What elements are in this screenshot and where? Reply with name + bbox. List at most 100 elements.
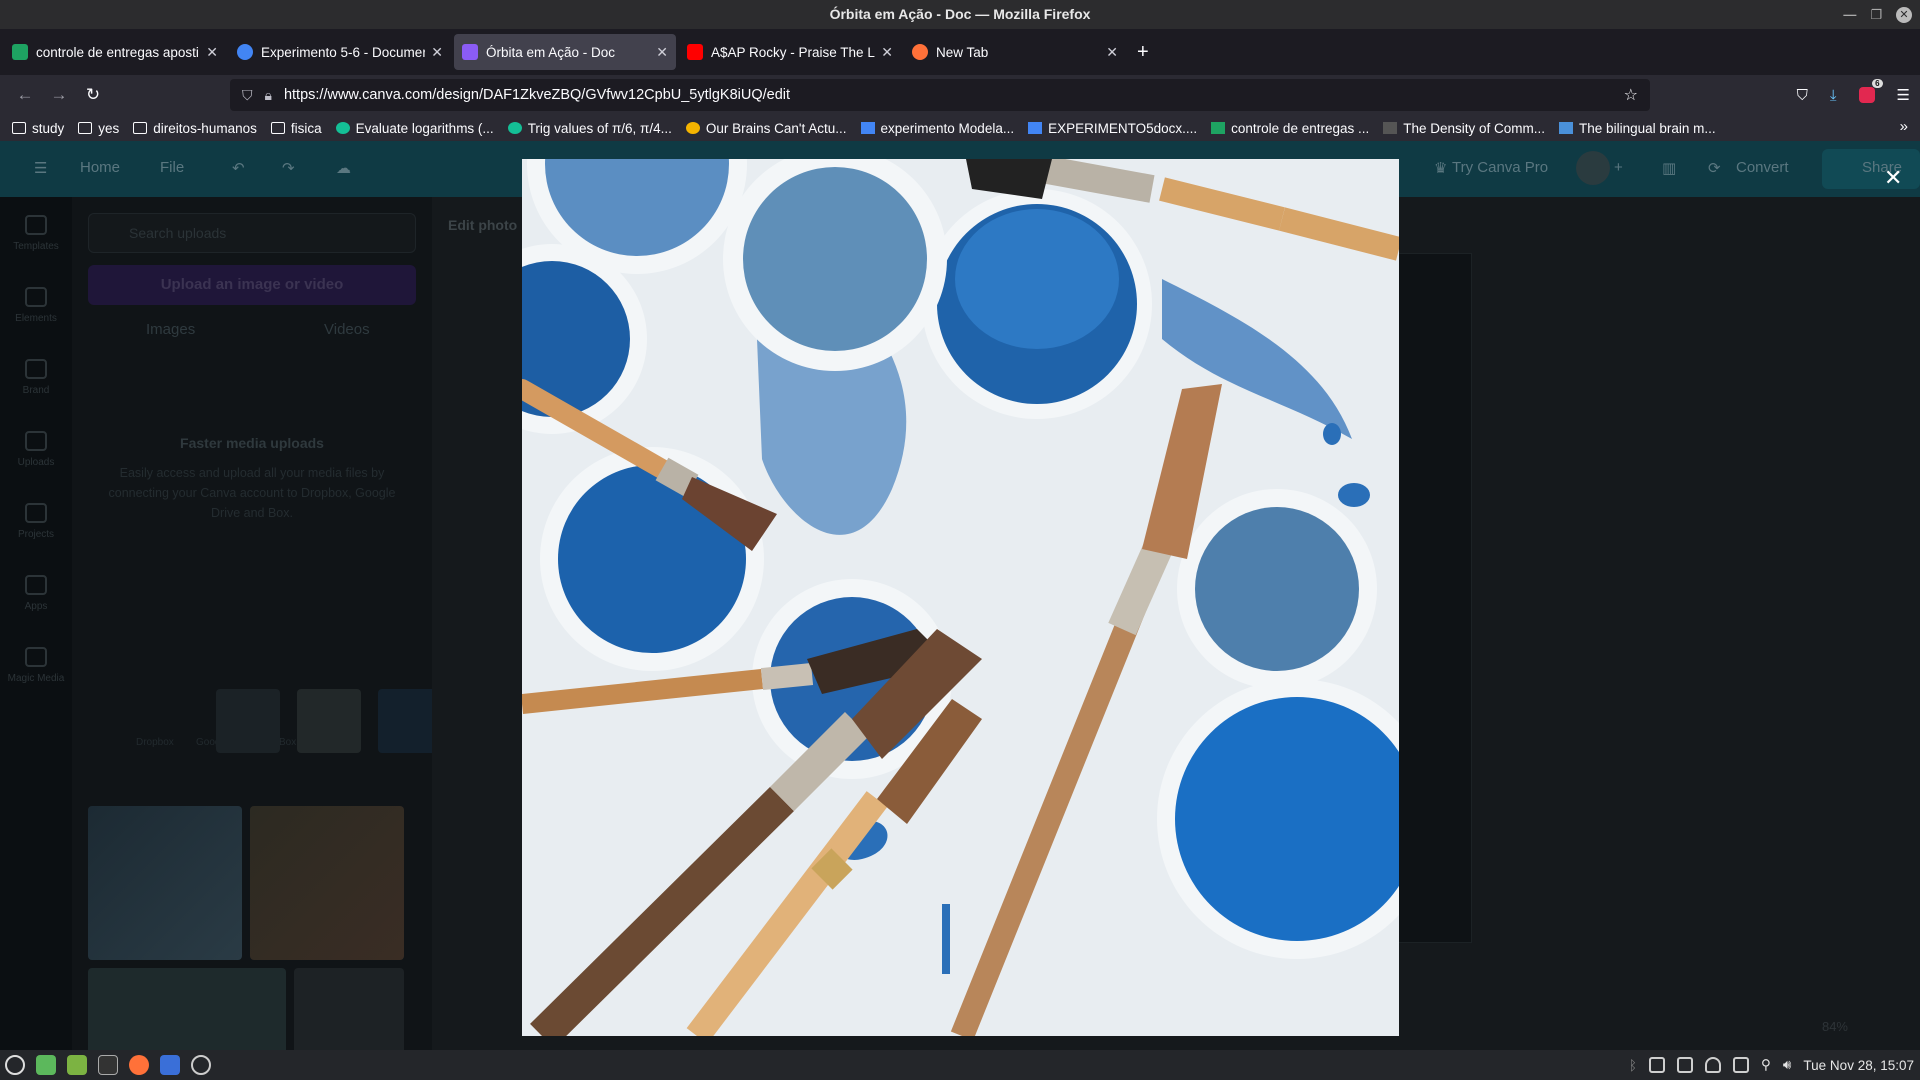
- undo-icon[interactable]: ↶: [232, 159, 245, 177]
- bookmark-label: Evaluate logarithms (...: [355, 120, 494, 136]
- info-body: Easily access and upload all your media …: [108, 466, 396, 520]
- close-tab-icon[interactable]: ✕: [431, 44, 443, 61]
- network-icon[interactable]: [1733, 1057, 1750, 1073]
- volume-icon[interactable]: 🔊︎: [1783, 1057, 1792, 1073]
- convert-button[interactable]: Convert: [1736, 159, 1789, 176]
- upload-media-button[interactable]: Upload an image or video: [88, 265, 416, 305]
- tab-controle-entregas[interactable]: controle de entregas aposti ✕: [4, 34, 226, 70]
- zoom-level[interactable]: 84%: [1822, 1019, 1848, 1034]
- system-taskbar: ᛒ ⚲ 🔊︎ Tue Nov 28, 15:07: [0, 1050, 1920, 1080]
- bookmark-density-of-comm[interactable]: The Density of Comm...: [1383, 121, 1545, 136]
- firefox-icon[interactable]: [129, 1055, 149, 1075]
- new-tab-button[interactable]: +: [1137, 41, 1149, 64]
- mint-menu-icon[interactable]: [5, 1055, 25, 1075]
- tab-label: controle de entregas aposti: [36, 44, 199, 60]
- bookmark-label: Trig values of π/6, π/4...: [527, 120, 672, 136]
- close-window-icon[interactable]: ✕: [1896, 6, 1912, 23]
- bookmarks-overflow-icon[interactable]: »: [1900, 118, 1908, 135]
- tab-videos[interactable]: Videos: [324, 321, 370, 338]
- upload-thumbnail[interactable]: [88, 806, 242, 960]
- bookmark-folder-yes[interactable]: yes: [78, 121, 119, 136]
- bookmark-bilingual-brain[interactable]: The bilingual brain m...: [1559, 121, 1716, 136]
- lock-icon[interactable]: 🔒︎: [265, 87, 272, 104]
- edit-photo-button[interactable]: Edit photo: [448, 217, 517, 233]
- tab-images[interactable]: Images: [146, 321, 195, 338]
- bookmark-label: yes: [98, 120, 120, 136]
- hamburger-icon[interactable]: ☰: [34, 159, 47, 177]
- avatar[interactable]: [1576, 151, 1610, 185]
- security-shield-icon[interactable]: [1705, 1057, 1722, 1073]
- upload-thumbnail[interactable]: [294, 968, 404, 1050]
- rail-apps[interactable]: Apps: [0, 575, 72, 612]
- bookmark-trig-values[interactable]: Trig values of π/6, π/4...: [507, 120, 672, 136]
- extension-icon[interactable]: 6: [1858, 79, 1883, 103]
- rail-magic-media[interactable]: Magic Media: [0, 647, 72, 684]
- search-uploads-input[interactable]: Search uploads: [88, 213, 416, 253]
- bookmark-folder-fisica[interactable]: fisica: [270, 120, 322, 136]
- shield-icon[interactable]: ⛉: [242, 87, 253, 104]
- close-tab-icon[interactable]: ✕: [881, 44, 893, 61]
- bookmark-label: fisica: [290, 120, 322, 136]
- rail-elements[interactable]: Elements: [0, 287, 72, 324]
- cloud-sync-icon[interactable]: ☁: [336, 159, 351, 177]
- rail-templates[interactable]: Templates: [0, 215, 72, 252]
- convert-icon[interactable]: ⟳: [1708, 159, 1721, 177]
- info-title: Faster media uploads: [180, 435, 324, 451]
- folder-icon: [133, 122, 148, 134]
- close-tab-icon[interactable]: ✕: [206, 44, 218, 61]
- close-tab-icon[interactable]: ✕: [656, 44, 668, 61]
- clock[interactable]: Tue Nov 28, 15:07: [1803, 1058, 1914, 1073]
- bookmark-folder-direitos-humanos[interactable]: direitos-humanos: [133, 121, 257, 136]
- rail-uploads[interactable]: Uploads: [0, 431, 72, 468]
- vscode-icon[interactable]: [160, 1055, 180, 1075]
- forward-icon[interactable]: →: [42, 85, 76, 105]
- show-desktop-icon[interactable]: [36, 1055, 56, 1075]
- pocket-icon[interactable]: ⛉: [1797, 87, 1808, 104]
- minimize-icon[interactable]: —: [1843, 0, 1856, 29]
- try-canva-pro-button[interactable]: Try Canva Pro: [1452, 159, 1548, 176]
- notes-icon[interactable]: [1677, 1057, 1694, 1073]
- menu-icon[interactable]: ☰: [1897, 86, 1910, 104]
- bookmark-folder-study[interactable]: study: [12, 121, 64, 136]
- home-link[interactable]: Home: [80, 159, 120, 176]
- terminal-icon[interactable]: [98, 1055, 118, 1075]
- bookmark-our-brains[interactable]: Our Brains Can't Actu...: [685, 121, 847, 136]
- file-menu[interactable]: File: [160, 159, 184, 176]
- close-tab-icon[interactable]: ✕: [1106, 44, 1118, 61]
- share-button[interactable]: Share: [1822, 149, 1920, 189]
- bookmark-evaluate-logarithms[interactable]: Evaluate logarithms (...: [335, 120, 494, 136]
- rail-projects[interactable]: Projects: [0, 503, 72, 540]
- chrome-icon[interactable]: [191, 1055, 211, 1075]
- tab-new-tab[interactable]: New Tab ✕: [904, 34, 1126, 70]
- tab-orbita-em-acao[interactable]: Órbita em Ação - Doc ✕: [454, 34, 676, 70]
- analytics-icon[interactable]: ▥: [1662, 159, 1676, 177]
- reload-icon[interactable]: ↻: [76, 85, 110, 105]
- bookmark-star-icon[interactable]: ☆: [1624, 85, 1638, 105]
- url-text[interactable]: https://www.canva.com/design/DAF1ZkveZBQ…: [284, 87, 1624, 103]
- bookmark-experimento5docx[interactable]: EXPERIMENTO5docx....: [1028, 121, 1197, 136]
- crown-icon: ♛: [1434, 160, 1448, 177]
- rail-label: Brand: [22, 385, 50, 396]
- url-bar[interactable]: ⛉ 🔒︎ https://www.canva.com/design/DAF1Zk…: [230, 79, 1650, 111]
- bookmark-experimento-modela[interactable]: experimento Modela...: [860, 121, 1014, 136]
- close-preview-icon[interactable]: ✕: [1884, 165, 1902, 191]
- add-collaborator-icon[interactable]: +: [1614, 159, 1623, 176]
- image-preview-lightbox[interactable]: [522, 159, 1399, 1036]
- back-icon[interactable]: ←: [8, 85, 42, 105]
- rail-brand[interactable]: Brand: [0, 359, 72, 396]
- maximize-icon[interactable]: ❐: [1870, 0, 1882, 29]
- redo-icon[interactable]: ↷: [282, 159, 295, 177]
- dropbox-icon[interactable]: [216, 689, 280, 753]
- rail-label: Uploads: [17, 457, 55, 468]
- upload-thumbnail[interactable]: [250, 806, 404, 960]
- tab-asap-rocky[interactable]: A$AP Rocky - Praise The Lo ✕: [679, 34, 901, 70]
- bookmark-controle-entregas[interactable]: controle de entregas ...: [1211, 121, 1369, 136]
- location-icon[interactable]: ⚲: [1761, 1057, 1771, 1073]
- upload-thumbnail[interactable]: [88, 968, 286, 1050]
- tab-experimento[interactable]: Experimento 5-6 - Documen ✕: [229, 34, 451, 70]
- bluetooth-icon[interactable]: ᛒ: [1629, 1058, 1637, 1073]
- files-icon[interactable]: [67, 1055, 87, 1075]
- clipboard-icon[interactable]: [1649, 1057, 1666, 1073]
- downloads-icon[interactable]: ⤓: [1830, 87, 1837, 104]
- google-drive-icon[interactable]: [297, 689, 361, 753]
